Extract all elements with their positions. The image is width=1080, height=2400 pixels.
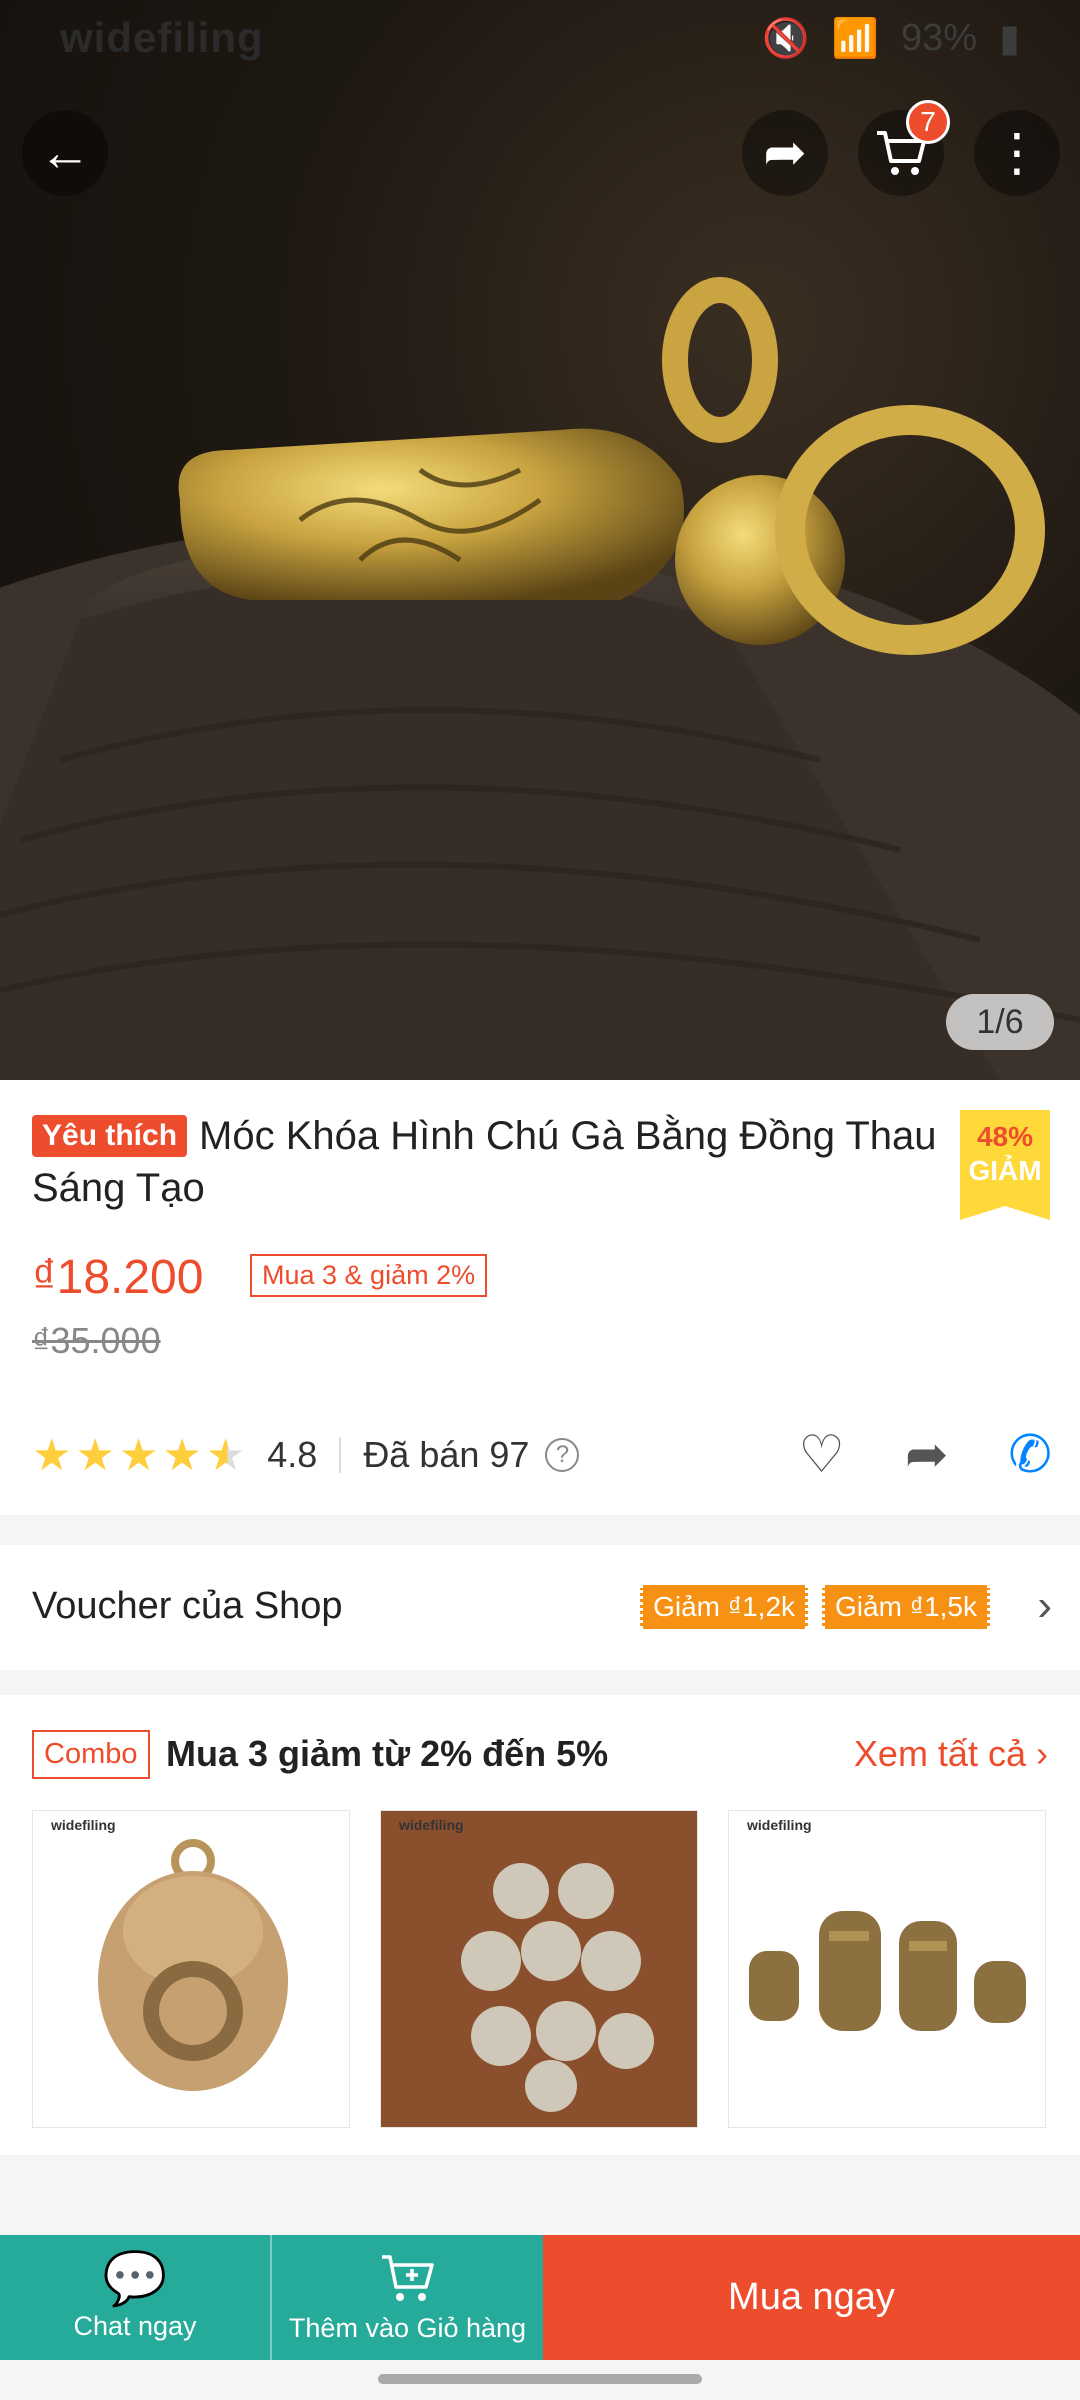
charm-set-image: [381, 1811, 697, 2127]
product-title-block: Yêu thích Móc Khóa Hình Chú Gà Bằng Đồng …: [32, 1110, 952, 1214]
buy-now-label: Mua ngay: [728, 2276, 895, 2318]
status-bar: widefiling 🔇 📶 93% ▮: [0, 0, 1080, 75]
add-to-cart-button[interactable]: Thêm vào Giỏ hàng: [270, 2235, 543, 2360]
original-price: ₫35.000: [32, 1320, 161, 1361]
mute-icon: 🔇: [762, 17, 810, 60]
share-icon: ➦: [763, 124, 807, 182]
item-watermark: widefiling: [747, 1817, 812, 1833]
star-icon: ★: [162, 1430, 202, 1480]
messenger-icon[interactable]: ✆: [1008, 1425, 1052, 1485]
divider: [339, 1437, 342, 1473]
star-icon: ★: [75, 1430, 115, 1480]
cart-count-badge: 7: [906, 100, 950, 144]
item-watermark: widefiling: [51, 1817, 116, 1833]
rating-row: ★ ★ ★ ★ ★ 4.8 Đã bán 97 ? ♡ ➦ ✆: [32, 1425, 1052, 1485]
rating-stars: ★ ★ ★ ★ ★: [32, 1430, 245, 1481]
see-all-link[interactable]: Xem tất cả ›: [854, 1733, 1048, 1775]
combo-title: Mua 3 giảm từ 2% đến 5%: [166, 1733, 609, 1774]
combo-item[interactable]: widefiling: [32, 1810, 350, 2128]
combo-item[interactable]: widefiling: [728, 1810, 1046, 2128]
discount-label: GIẢM: [968, 1155, 1042, 1186]
more-options-button[interactable]: ⋮: [974, 110, 1060, 196]
share-icon[interactable]: ➦: [905, 1425, 949, 1485]
add-to-cart-icon: [381, 2255, 434, 2301]
share-button[interactable]: ➦: [742, 110, 828, 196]
watermark-brand: widefiling: [60, 14, 264, 61]
chevron-right-icon: ›: [1036, 1733, 1048, 1774]
add-to-cart-label: Thêm vào Giỏ hàng: [288, 2313, 527, 2343]
bundle-promo-tag[interactable]: Mua 3 & giảm 2%: [250, 1254, 488, 1297]
system-nav-bar: [0, 2360, 1080, 2400]
favorite-badge: Yêu thích: [32, 1115, 188, 1157]
product-page: widefiling 🔇 📶 93% ▮ ← ➦ 7 ⋮ 1/6 Yêu thí…: [0, 0, 1080, 2400]
star-icon: ★: [118, 1430, 159, 1480]
shop-voucher-row[interactable]: Voucher của Shop Giảm ₫1,2k Giảm ₫1,5k ›: [0, 1545, 1080, 1670]
brass-beads-image: [729, 1811, 1045, 2127]
lucky-cat-pendant-image: [33, 1811, 349, 2127]
voucher-chip: Giảm ₫1,5k: [822, 1585, 990, 1629]
cart-button[interactable]: 7: [858, 100, 950, 196]
voucher-label: Voucher của Shop: [32, 1585, 343, 1627]
heart-icon[interactable]: ♡: [798, 1425, 845, 1485]
bottom-action-bar: 💬 Chat ngay Thêm vào Giỏ hàng Mua ngay: [0, 2235, 1080, 2360]
wifi-icon: 📶: [831, 17, 880, 60]
chevron-right-icon: ›: [1037, 1581, 1052, 1630]
discount-percent: 48%: [976, 1121, 1034, 1152]
more-vertical-icon: ⋮: [991, 124, 1043, 182]
sold-count: Đã bán 97: [363, 1434, 530, 1475]
image-counter: 1/6: [946, 994, 1054, 1050]
see-all-label: Xem tất cả: [853, 1733, 1026, 1774]
help-icon[interactable]: ?: [545, 1438, 580, 1472]
voucher-chip: Giảm ₫1,2k: [640, 1585, 809, 1629]
current-price: ₫18.200: [32, 1251, 204, 1304]
combo-item[interactable]: widefiling: [380, 1810, 698, 2128]
item-watermark: widefiling: [399, 1817, 464, 1833]
combo-section: Combo Mua 3 giảm từ 2% đến 5% Xem tất cả…: [0, 1695, 1080, 2155]
product-info: Yêu thích Móc Khóa Hình Chú Gà Bằng Đồng …: [0, 1080, 1080, 1515]
buy-now-button[interactable]: Mua ngay: [543, 2235, 1080, 2360]
discount-badge: 48% GIẢM: [960, 1110, 1050, 1220]
battery-level: 93%: [901, 17, 978, 59]
chat-now-label: Chat ngay: [73, 2311, 197, 2341]
half-star-icon: ★: [205, 1430, 246, 1480]
chat-now-button[interactable]: 💬 Chat ngay: [0, 2235, 270, 2360]
battery-icon: ▮: [999, 18, 1020, 60]
rating-value: 4.8: [267, 1434, 318, 1475]
arrow-left-icon: ←: [39, 124, 91, 182]
home-gesture-handle[interactable]: [378, 2374, 702, 2384]
chat-bubble-icon: 💬: [102, 2250, 168, 2308]
combo-tag: Combo: [32, 1730, 150, 1779]
back-button[interactable]: ←: [22, 110, 108, 196]
star-icon: ★: [32, 1430, 72, 1480]
